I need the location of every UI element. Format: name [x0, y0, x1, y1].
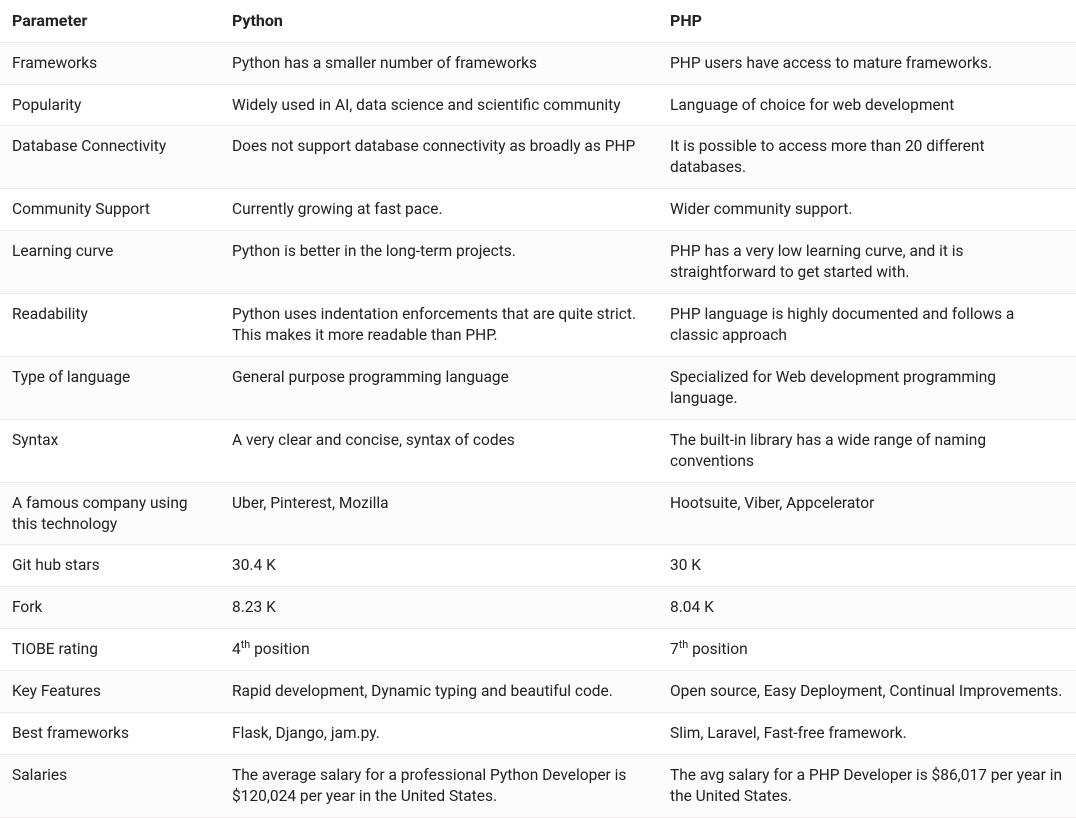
cell-php: 30 K [658, 545, 1076, 587]
cell-php: 8.04 K [658, 587, 1076, 629]
table-row: Learning curvePython is better in the lo… [0, 231, 1076, 294]
table-row: Database ConnectivityDoes not support da… [0, 126, 1076, 189]
cell-parameter: A famous company using this technology [0, 482, 220, 545]
comparison-table: Parameter Python PHP FrameworksPython ha… [0, 0, 1076, 818]
table-row: FrameworksPython has a smaller number of… [0, 42, 1076, 84]
cell-php: PHP language is highly documented and fo… [658, 294, 1076, 357]
cell-php: It is possible to access more than 20 di… [658, 126, 1076, 189]
cell-php: PHP has a very low learning curve, and i… [658, 231, 1076, 294]
table-row: Type of languageGeneral purpose programm… [0, 356, 1076, 419]
table-row: TIOBE rating4th position7th position [0, 629, 1076, 671]
cell-parameter: Readability [0, 294, 220, 357]
cell-php: Slim, Laravel, Fast-free framework. [658, 713, 1076, 755]
table-row: Best frameworksFlask, Django, jam.py.Sli… [0, 713, 1076, 755]
cell-php: Open source, Easy Deployment, Continual … [658, 671, 1076, 713]
cell-python: Flask, Django, jam.py. [220, 713, 658, 755]
table-row: Fork8.23 K8.04 K [0, 587, 1076, 629]
cell-python: 8.23 K [220, 587, 658, 629]
cell-php: PHP users have access to mature framewor… [658, 42, 1076, 84]
cell-php: The built-in library has a wide range of… [658, 419, 1076, 482]
cell-parameter: Type of language [0, 356, 220, 419]
cell-parameter: Syntax [0, 419, 220, 482]
cell-python: Currently growing at fast pace. [220, 189, 658, 231]
cell-parameter: Popularity [0, 84, 220, 126]
cell-parameter: Salaries [0, 755, 220, 818]
header-php: PHP [658, 0, 1076, 42]
table-row: SyntaxA very clear and concise, syntax o… [0, 419, 1076, 482]
header-python: Python [220, 0, 658, 42]
cell-python: Python uses indentation enforcements tha… [220, 294, 658, 357]
cell-parameter: Git hub stars [0, 545, 220, 587]
cell-parameter: Fork [0, 587, 220, 629]
table-row: PopularityWidely used in AI, data scienc… [0, 84, 1076, 126]
table-row: Git hub stars30.4 K30 K [0, 545, 1076, 587]
cell-python: 30.4 K [220, 545, 658, 587]
cell-parameter: Community Support [0, 189, 220, 231]
cell-parameter: Frameworks [0, 42, 220, 84]
cell-php: 7th position [658, 629, 1076, 671]
cell-php: Language of choice for web development [658, 84, 1076, 126]
cell-php: Specialized for Web development programm… [658, 356, 1076, 419]
cell-parameter: Learning curve [0, 231, 220, 294]
table-row: Community SupportCurrently growing at fa… [0, 189, 1076, 231]
cell-parameter: Database Connectivity [0, 126, 220, 189]
cell-python: Widely used in AI, data science and scie… [220, 84, 658, 126]
cell-parameter: Key Features [0, 671, 220, 713]
cell-python: Python is better in the long-term projec… [220, 231, 658, 294]
table-row: SalariesThe average salary for a profess… [0, 755, 1076, 818]
table-row: A famous company using this technologyUb… [0, 482, 1076, 545]
cell-python: Does not support database connectivity a… [220, 126, 658, 189]
cell-php: Hootsuite, Viber, Appcelerator [658, 482, 1076, 545]
cell-parameter: Best frameworks [0, 713, 220, 755]
cell-python: 4th position [220, 629, 658, 671]
cell-php: Wider community support. [658, 189, 1076, 231]
table-header-row: Parameter Python PHP [0, 0, 1076, 42]
table-row: Key FeaturesRapid development, Dynamic t… [0, 671, 1076, 713]
cell-python: Rapid development, Dynamic typing and be… [220, 671, 658, 713]
cell-python: A very clear and concise, syntax of code… [220, 419, 658, 482]
cell-php: The avg salary for a PHP Developer is $8… [658, 755, 1076, 818]
cell-python: General purpose programming language [220, 356, 658, 419]
cell-python: The average salary for a professional Py… [220, 755, 658, 818]
cell-python: Uber, Pinterest, Mozilla [220, 482, 658, 545]
header-parameter: Parameter [0, 0, 220, 42]
cell-python: Python has a smaller number of framework… [220, 42, 658, 84]
cell-parameter: TIOBE rating [0, 629, 220, 671]
table-row: ReadabilityPython uses indentation enfor… [0, 294, 1076, 357]
